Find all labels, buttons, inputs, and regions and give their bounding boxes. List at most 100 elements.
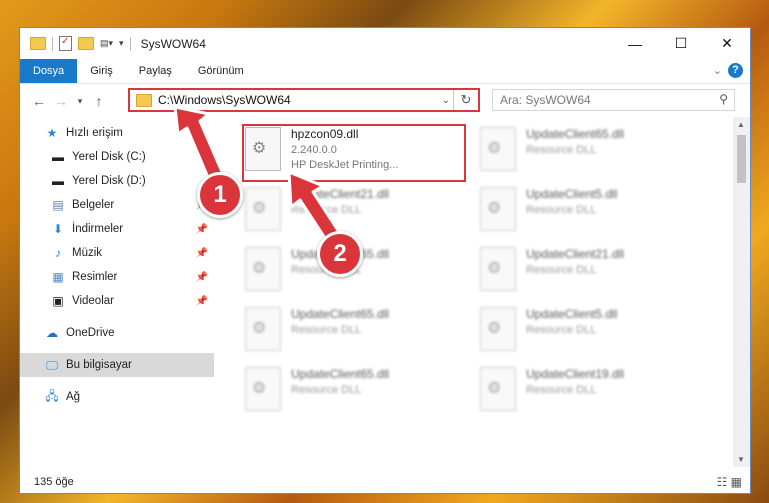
scroll-down-icon[interactable]: ▼ [737,455,745,464]
drive-icon: ▬ [52,150,64,164]
file-description: Resource DLL [526,324,597,336]
dll-file-icon [480,187,516,231]
sidebar-item-label: Yerel Disk (D:) [72,175,146,187]
help-icon[interactable]: ? [728,63,743,78]
file-item[interactable]: UpdateClient65.dll Resource DLL [480,127,700,177]
separator [52,36,53,51]
file-highlight-box [242,124,466,182]
tab-file[interactable]: Dosya [20,59,78,83]
tab-share[interactable]: Paylaş [126,59,185,83]
address-dropdown-icon[interactable]: ⌄ [442,95,450,106]
file-item[interactable]: UpdateClient65.dll Resource DLL [245,367,465,417]
sidebar-item-label: Müzik [72,247,103,259]
status-bar: 135 öğe ☷ ▦ [20,471,750,493]
scroll-up-icon[interactable]: ▲ [737,120,745,129]
sidebar-item-label: Bu bilgisayar [66,359,132,371]
navigation-bar: ← → ▾ ↑ C:\Windows\SysWOW64 ⌄ ↻ Ara: Sys… [20,84,750,118]
pin-icon[interactable]: 📌 [196,272,208,283]
sidebar-item-label: Videolar [72,295,114,307]
drive-icon: ▬ [52,174,64,188]
search-input[interactable]: Ara: SysWOW64 ⚲ [492,89,735,111]
file-name: UpdateClient65.dll [526,127,625,141]
scrollbar-thumb[interactable] [737,135,746,183]
search-icon[interactable]: ⚲ [719,92,728,106]
file-description: Resource DLL [526,144,597,156]
pin-icon[interactable]: 📌 [196,224,208,235]
sidebar-item-label: İndirmeler [72,223,124,235]
file-item[interactable]: UpdateClient5.dll Resource DLL [480,187,700,237]
music-icon: ♪ [55,246,61,260]
sidebar-item-music[interactable]: ♪ Müzik 📌 [20,241,214,265]
tab-home[interactable]: Giriş [77,59,126,83]
dll-file-icon [480,367,516,411]
sidebar-item-label: Belgeler [72,199,115,211]
sidebar-item-quick-access[interactable]: ★ Hızlı erişim [20,121,214,145]
sidebar-item-label: Yerel Disk (C:) [72,151,146,163]
sidebar-item-downloads[interactable]: ⬇ İndirmeler 📌 [20,217,214,241]
file-description: Resource DLL [526,384,597,396]
sidebar-item-label: Resimler [72,271,118,283]
file-name: UpdateClient5.dll [526,307,618,321]
file-item[interactable]: UpdateClient19.dll Resource DLL [480,367,700,417]
quick-access-toolbar: ▤▾ ▾ [20,36,124,51]
dll-file-icon [480,247,516,291]
title-bar: ▤▾ ▾ SysWOW64 — ☐ ✕ [20,28,750,59]
download-icon: ⬇ [52,222,64,236]
tab-view[interactable]: Görünüm [185,59,257,83]
star-icon: ★ [46,126,58,140]
sidebar-item-network[interactable]: 🖧 Ağ [20,385,214,409]
recent-locations-icon[interactable]: ▾ [72,96,88,107]
new-folder-icon[interactable] [78,37,94,50]
sidebar-item-pictures[interactable]: ▦ Resimler 📌 [20,265,214,289]
sidebar-item-label: Hızlı erişim [66,127,123,139]
sidebar-item-this-pc[interactable]: 🖵 Bu bilgisayar [20,353,214,377]
window-title: SysWOW64 [140,36,206,51]
sidebar-item-videos[interactable]: ▣ Videolar 📌 [20,289,214,313]
sidebar-item-label: Ağ [66,391,81,403]
folder-icon[interactable] [30,37,46,50]
video-icon: ▣ [52,294,64,308]
pin-icon[interactable]: 📌 [196,296,208,307]
dll-file-icon [480,307,516,351]
view-toggle-icons[interactable]: ☷ ▦ [717,475,742,489]
address-bar[interactable]: C:\Windows\SysWOW64 ⌄ ↻ [128,88,480,112]
file-name: UpdateClient21.dll [526,247,625,261]
file-description: Resource DLL [291,204,362,216]
navigation-pane: ★ Hızlı erişim ▬ Yerel Disk (C:) ▬ Yerel… [20,117,214,472]
file-description: Resource DLL [526,264,597,276]
toolbar-dropdown-icon[interactable]: ▾ [119,38,124,49]
file-item[interactable]: UpdateClient5.dll Resource DLL [480,307,700,357]
search-placeholder: Ara: SysWOW64 [500,93,591,107]
sidebar-item-local-disk-d[interactable]: ▬ Yerel Disk (D:) [20,169,214,193]
sidebar-item-local-disk-c[interactable]: ▬ Yerel Disk (C:) [20,145,214,169]
file-name: UpdateClient19.dll [526,367,625,381]
maximize-button[interactable]: ☐ [658,28,704,59]
ribbon-expand-icon[interactable]: ⌄ [713,64,722,77]
up-arrow-icon[interactable]: ↑ [88,93,110,109]
minimize-button[interactable]: — [612,28,658,59]
address-path[interactable]: C:\Windows\SysWOW64 [158,93,291,107]
file-item[interactable]: UpdateClient65.dll Resource DLL [245,307,465,357]
file-item[interactable]: UpdateClient21.dll Resource DLL [245,187,465,237]
refresh-icon[interactable]: ↻ [453,90,478,110]
sidebar-item-label: OneDrive [66,327,115,339]
ribbon: Dosya Giriş Paylaş Görünüm ⌄ ? [20,59,750,84]
forward-arrow-icon[interactable]: → [50,93,72,109]
pin-icon[interactable]: 📌 [196,248,208,259]
dll-file-icon [245,367,281,411]
documents-icon: ▤ [52,198,64,212]
network-icon: 🖧 [45,388,59,403]
sidebar-item-onedrive[interactable]: ☁ OneDrive [20,321,214,345]
vertical-scrollbar[interactable]: ▲ ▼ [733,117,750,467]
close-button[interactable]: ✕ [704,28,750,59]
file-item[interactable]: UpdateClient21.dll Resource DLL [480,247,700,297]
dll-file-icon [245,247,281,291]
customize-toolbar-icon[interactable]: ▤▾ [100,38,113,49]
folder-icon [136,93,152,107]
window-controls: — ☐ ✕ [612,28,750,59]
sidebar-item-documents[interactable]: ▤ Belgeler 📌 [20,193,214,217]
item-count: 135 öğe [34,476,74,488]
properties-icon[interactable] [59,36,72,51]
cloud-icon: ☁ [46,326,58,340]
back-arrow-icon[interactable]: ← [28,93,50,109]
